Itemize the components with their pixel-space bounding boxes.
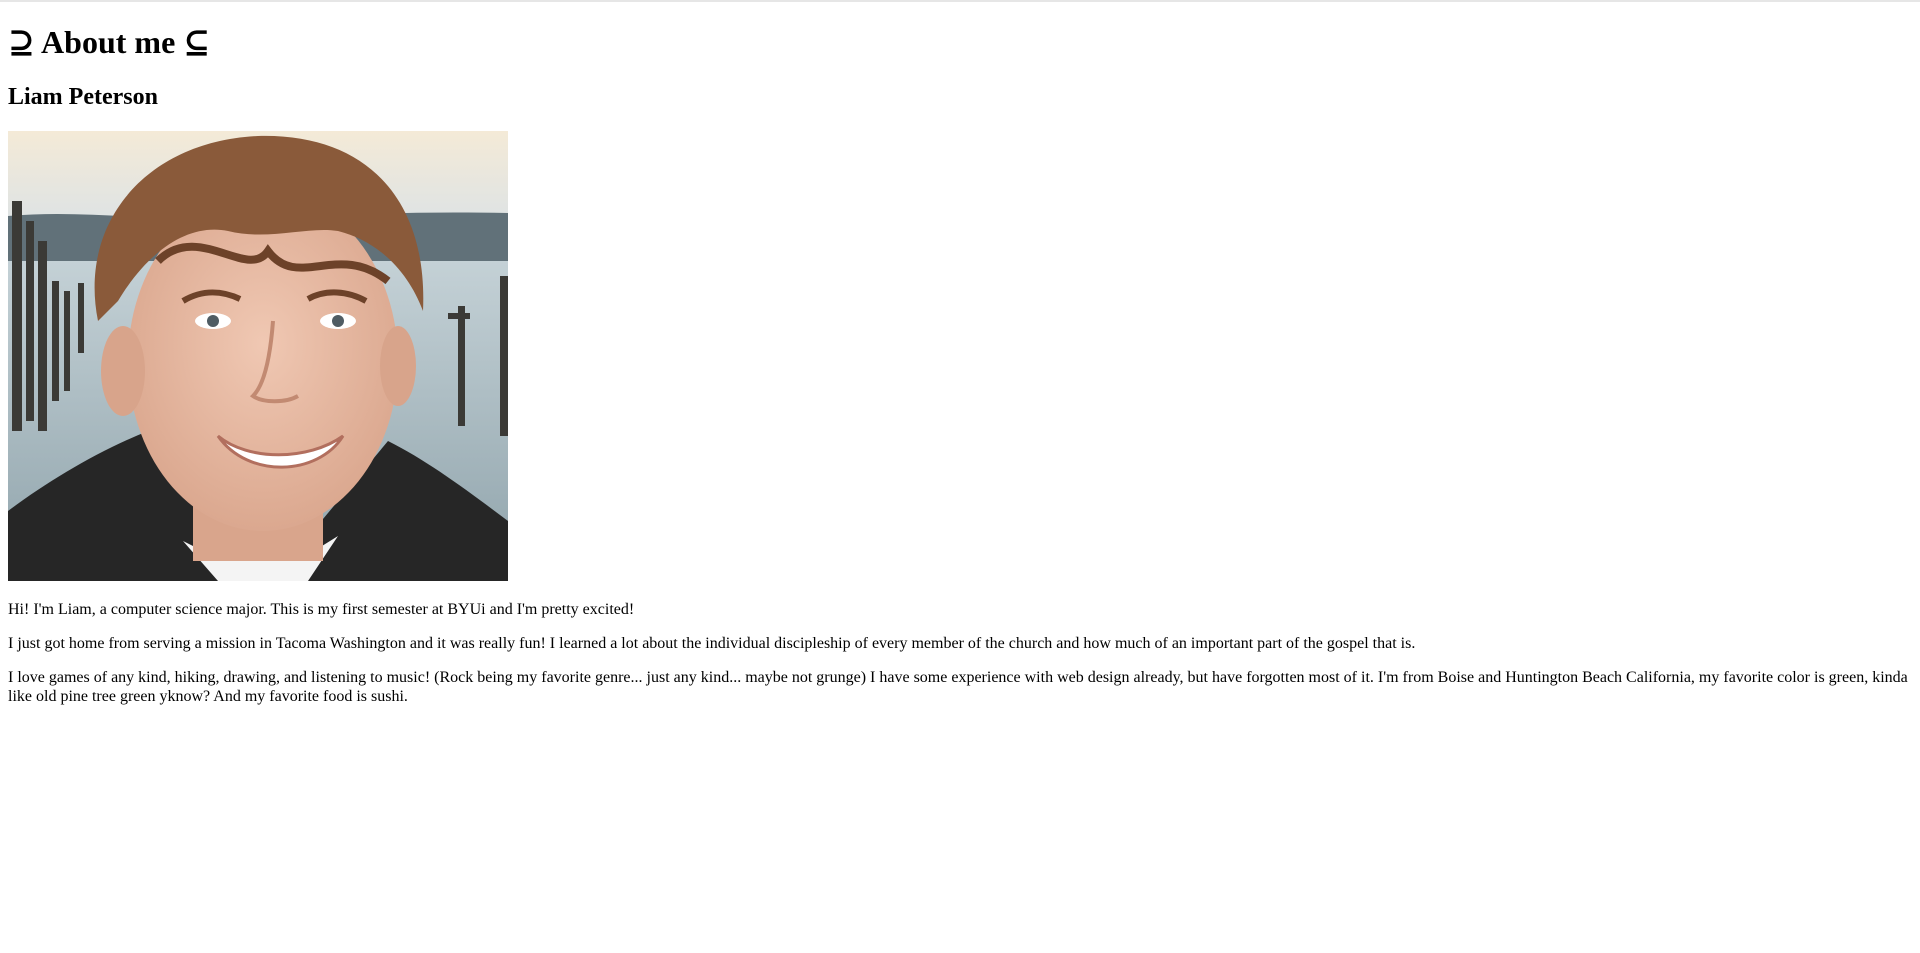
bio-paragraph-interests: I love games of any kind, hiking, drawin… [8, 669, 1908, 705]
bio-section: Hi! I'm Liam, a computer science major. … [8, 600, 1912, 721]
page-title: ⊇ About me ⊆ [8, 24, 211, 60]
top-border [0, 0, 1920, 2]
bio-paragraph-intro: Hi! I'm Liam, a computer science major. … [8, 601, 635, 618]
person-name: Liam Peterson [8, 84, 158, 110]
bio-paragraph-mission: I just got home from serving a mission i… [8, 635, 1416, 652]
profile-photo [8, 131, 508, 581]
